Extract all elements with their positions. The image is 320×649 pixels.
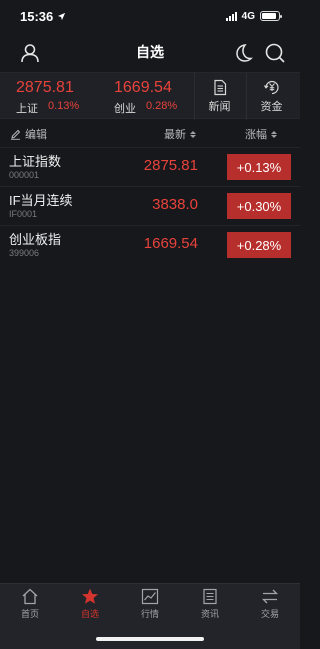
stock-name: IF当月连续 — [9, 193, 73, 208]
stock-row[interactable]: 上证指数 000001 2875.81 +0.13% — [0, 147, 300, 185]
news-label: 新闻 — [208, 101, 231, 113]
stock-name: 创业板指 — [9, 232, 62, 247]
tab-home[interactable]: 首页 — [0, 584, 60, 624]
stock-code: IF0001 — [9, 209, 38, 219]
index-value: 1669.54 — [114, 79, 172, 96]
stock-row[interactable]: 创业板指 399006 1669.54 +0.28% — [0, 225, 300, 263]
tab-watchlist[interactable]: 自选 — [60, 584, 120, 624]
network-label: 4G — [241, 10, 255, 22]
signal-icon — [225, 11, 237, 21]
index-change: 0.13% — [48, 100, 80, 112]
tab-market[interactable]: 行情 — [120, 584, 180, 624]
sort-change-button[interactable]: 涨幅 — [245, 126, 277, 142]
index-value: 2875.81 — [16, 79, 74, 96]
change-badge: +0.13% — [227, 154, 291, 180]
index-name: 创业 — [114, 103, 136, 115]
change-badge: +0.28% — [227, 232, 291, 258]
tab-label: 行情 — [140, 609, 159, 619]
index-change: 0.28% — [146, 100, 178, 112]
news-button[interactable]: 新闻 — [194, 73, 244, 120]
tab-label: 资讯 — [200, 609, 219, 619]
funds-button[interactable]: 资金 — [246, 73, 296, 120]
nav-bar: 自选 — [0, 32, 300, 72]
sort-latest-button[interactable]: 最新 — [164, 126, 196, 142]
index-summary: 2875.81 上证 0.13% 1669.54 创业 0.28% 新闻 资金 — [0, 72, 300, 120]
stock-price: 3838.0 — [152, 196, 198, 213]
stock-row[interactable]: IF当月连续 IF0001 3838.0 +0.30% — [0, 186, 300, 224]
index-shanghai[interactable]: 2875.81 上证 0.13% — [0, 73, 98, 118]
home-icon — [22, 588, 38, 605]
stock-name: 上证指数 — [9, 154, 62, 169]
tab-trade[interactable]: 交易 — [240, 584, 300, 624]
stock-code: 000001 — [9, 170, 40, 180]
change-column-label: 涨幅 — [245, 129, 267, 141]
edit-button[interactable]: 编辑 — [10, 126, 47, 142]
funds-label: 资金 — [260, 101, 283, 113]
list-header: 编辑 最新 涨幅 — [0, 122, 300, 144]
pencil-icon — [11, 129, 21, 140]
exchange-icon — [261, 589, 279, 604]
edit-label: 编辑 — [25, 129, 47, 141]
page-title: 自选 — [136, 44, 164, 60]
location-arrow-icon — [58, 12, 66, 20]
news-icon — [213, 79, 226, 96]
tab-news[interactable]: 资讯 — [180, 584, 240, 624]
home-indicator — [96, 637, 204, 641]
sort-icon — [190, 130, 196, 138]
index-name: 上证 — [16, 103, 38, 115]
tab-label: 自选 — [80, 609, 99, 619]
tab-label: 交易 — [260, 609, 279, 619]
funds-icon — [263, 80, 279, 95]
tab-label: 首页 — [20, 609, 39, 619]
sort-icon — [271, 130, 277, 138]
star-icon — [82, 588, 98, 604]
latest-column-label: 最新 — [164, 129, 186, 141]
status-time: 15:36 — [20, 8, 54, 24]
change-badge: +0.30% — [227, 193, 291, 219]
chart-icon — [141, 588, 159, 605]
status-bar: 15:36 4G — [0, 0, 300, 32]
night-mode-icon[interactable] — [232, 42, 254, 64]
stock-price: 2875.81 — [143, 157, 198, 174]
stock-price: 1669.54 — [143, 235, 198, 252]
battery-icon — [260, 11, 282, 21]
search-icon[interactable] — [264, 42, 286, 64]
index-chinext[interactable]: 1669.54 创业 0.28% — [98, 73, 198, 118]
stock-code: 399006 — [9, 248, 40, 258]
news-icon — [203, 588, 217, 605]
